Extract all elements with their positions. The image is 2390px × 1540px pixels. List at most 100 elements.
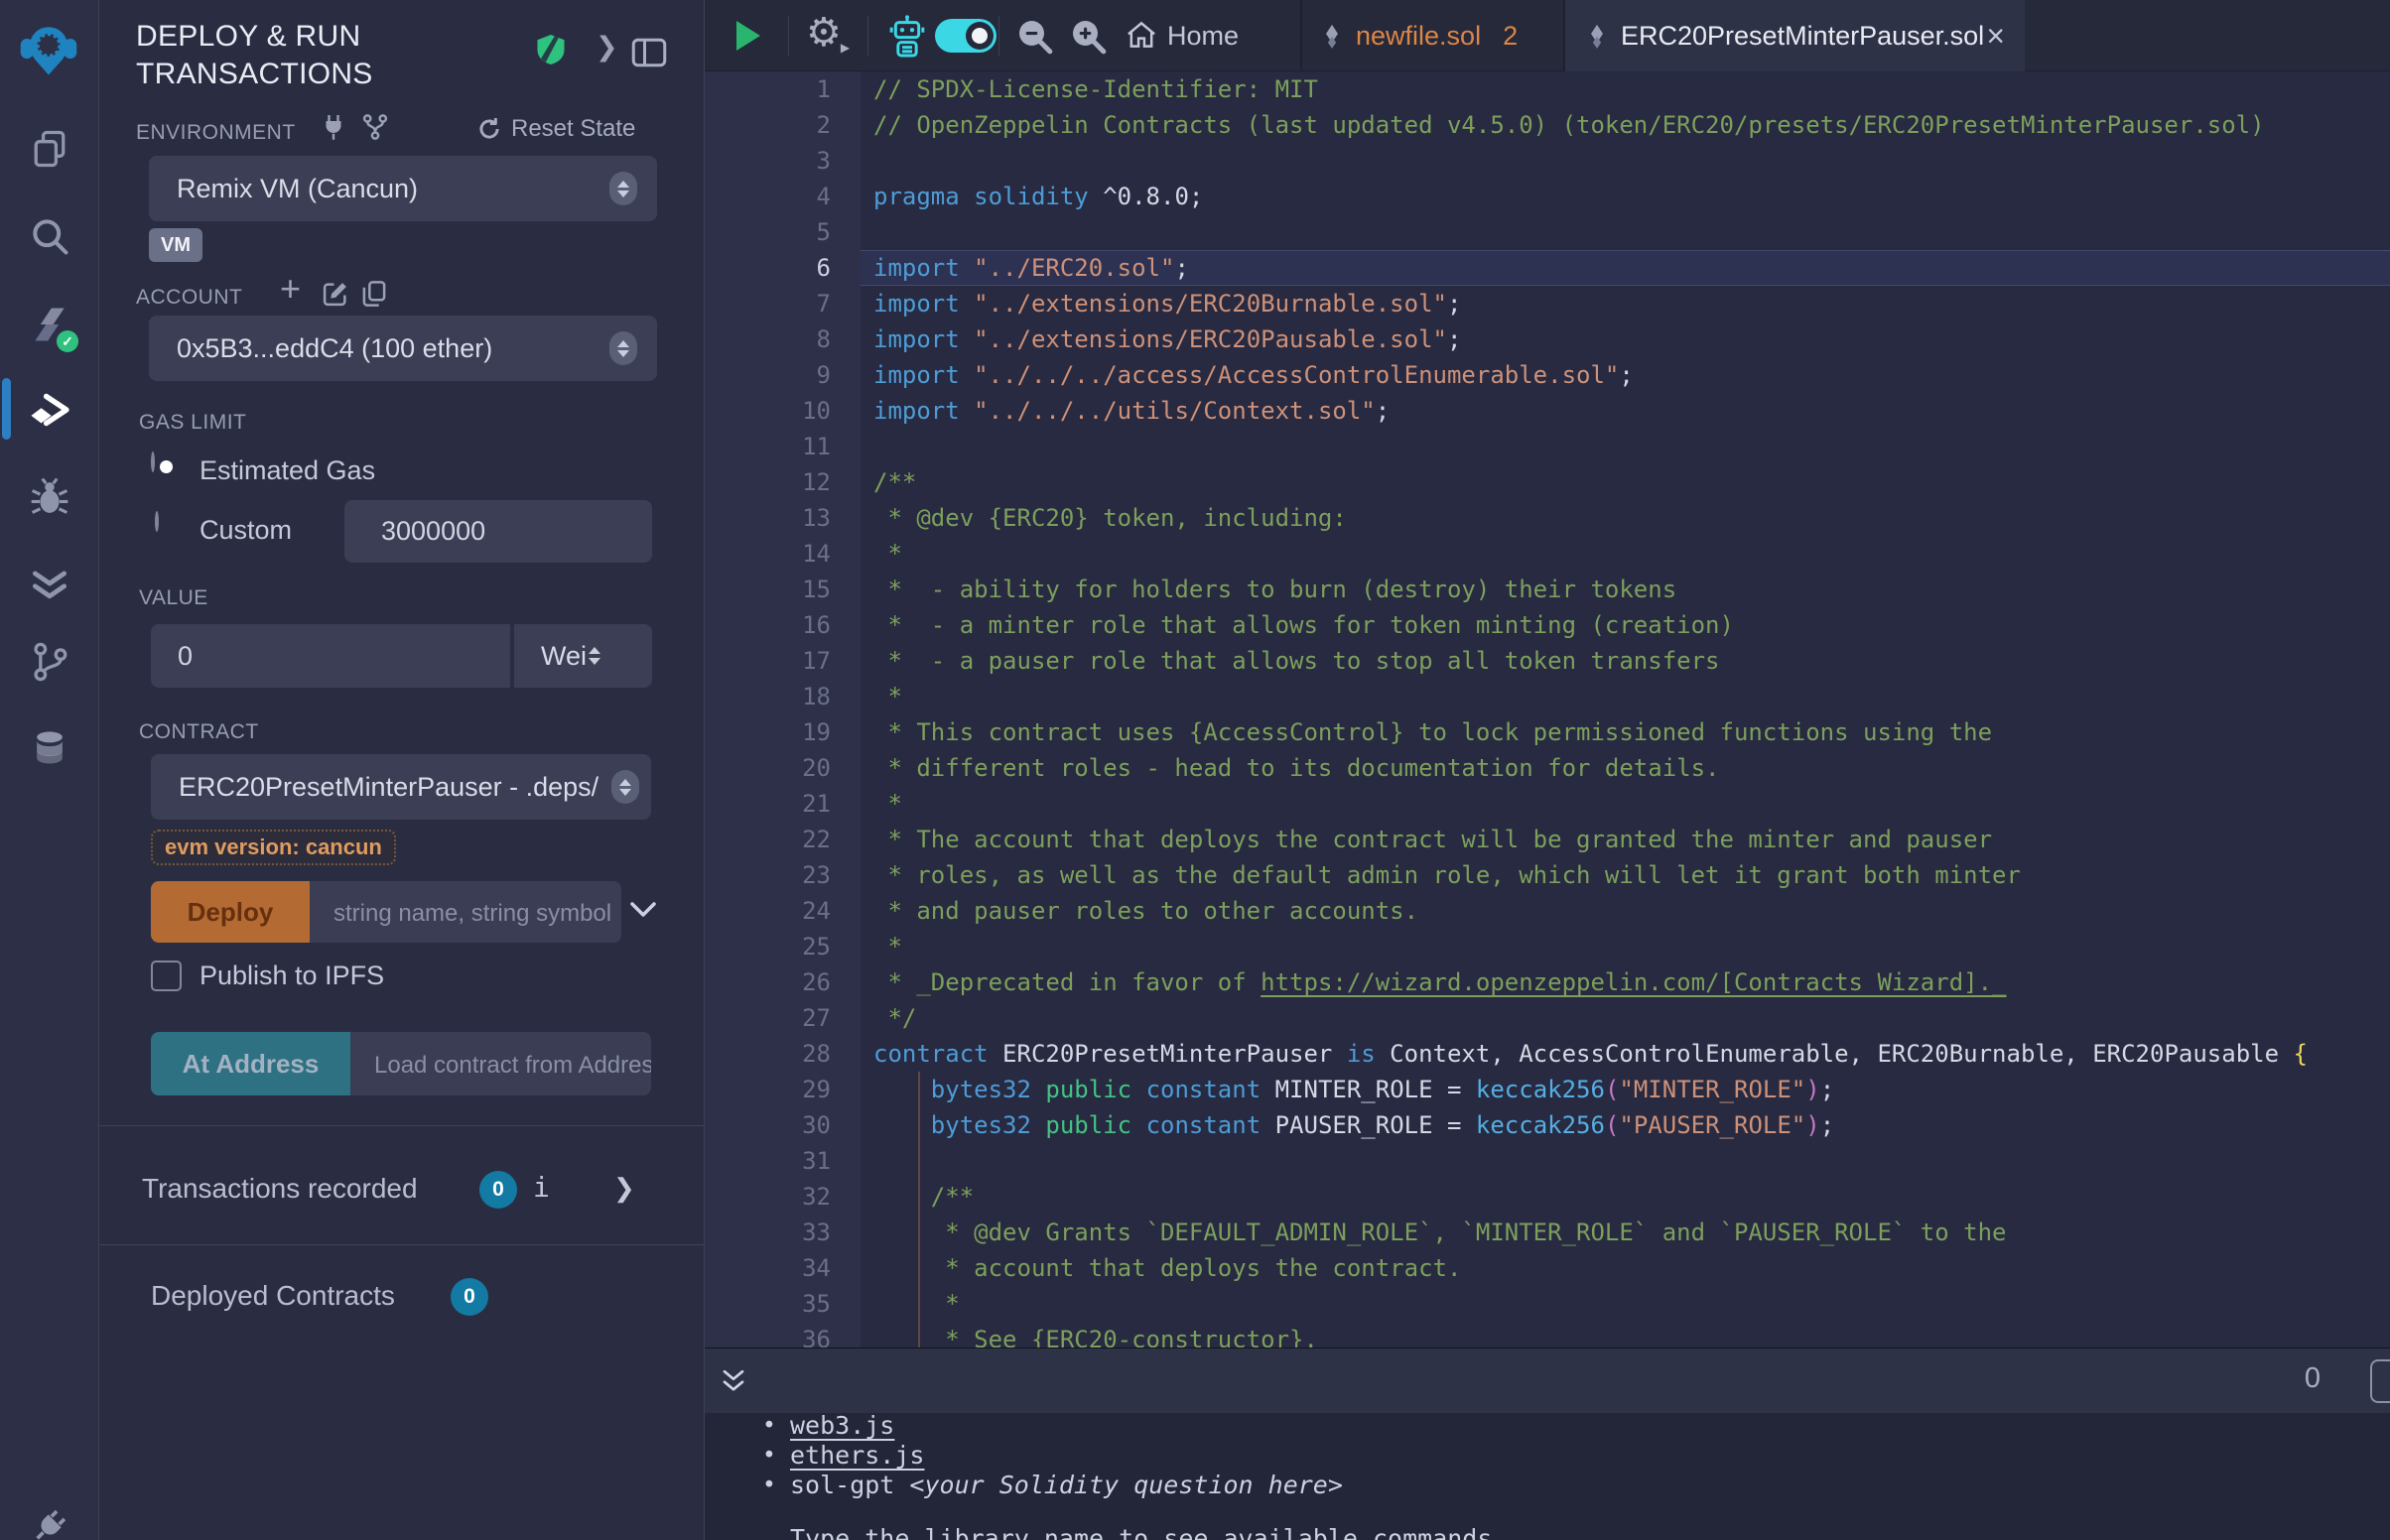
terminal-suggestion[interactable]: sol-gpt <your Solidity question here> xyxy=(762,1471,1343,1500)
line-number: 1 xyxy=(705,71,861,107)
code-line[interactable]: 14 * xyxy=(705,536,2390,572)
code-line[interactable]: 16 * - a minter role that allows for tok… xyxy=(705,607,2390,643)
code-line[interactable]: 23 * roles, as well as the default admin… xyxy=(705,857,2390,893)
code-line[interactable]: 2// OpenZeppelin Contracts (last updated… xyxy=(705,107,2390,143)
collapse-terminal-icon[interactable] xyxy=(719,1366,748,1401)
terminal-suggestion[interactable]: ethers.js xyxy=(762,1441,1343,1471)
line-number: 6 xyxy=(705,250,861,286)
section-divider xyxy=(99,1125,705,1126)
constructor-args-input[interactable] xyxy=(310,881,621,943)
code-line[interactable]: 31 xyxy=(705,1143,2390,1179)
at-address-button[interactable]: At Address xyxy=(151,1032,350,1095)
custom-gas-radio[interactable] xyxy=(155,511,159,532)
debugger-icon[interactable] xyxy=(28,474,71,518)
code-line[interactable]: 5 xyxy=(705,214,2390,250)
code-line[interactable]: 26 * _Deprecated in favor of https://wiz… xyxy=(705,964,2390,1000)
deploy-button[interactable]: Deploy xyxy=(151,881,310,943)
plugin-manager-icon[interactable] xyxy=(28,725,71,769)
git-icon[interactable] xyxy=(28,640,71,684)
code-line[interactable]: 3 xyxy=(705,143,2390,179)
add-account-icon[interactable]: + xyxy=(280,268,301,310)
settings-plug-icon[interactable] xyxy=(28,1504,71,1540)
code-line[interactable]: 29 bytes32 public constant MINTER_ROLE =… xyxy=(705,1072,2390,1107)
line-number: 10 xyxy=(705,393,861,429)
line-number: 7 xyxy=(705,286,861,321)
code-line[interactable]: 25 * xyxy=(705,929,2390,964)
code-line[interactable]: 4pragma solidity ^0.8.0; xyxy=(705,179,2390,214)
terminal-output[interactable]: web3.jsethers.jssol-gpt <your Solidity q… xyxy=(705,1413,2390,1540)
edit-account-icon[interactable] xyxy=(322,280,349,313)
ai-copilot-icon[interactable] xyxy=(887,13,927,64)
tab-home[interactable]: Home xyxy=(1167,20,1239,52)
code-line[interactable]: 10import "../../../utils/Context.sol"; xyxy=(705,393,2390,429)
code-line[interactable]: 33 * @dev Grants `DEFAULT_ADMIN_ROLE`, `… xyxy=(705,1215,2390,1250)
value-input[interactable] xyxy=(151,624,510,688)
code-line[interactable]: 12/** xyxy=(705,464,2390,500)
account-select[interactable]: 0x5B3...eddC4 (100 ether) xyxy=(149,316,657,381)
code-line[interactable]: 1// SPDX-License-Identifier: MIT xyxy=(705,71,2390,107)
close-tab-icon[interactable]: × xyxy=(1986,20,2005,52)
code-line[interactable]: 34 * account that deploys the contract. xyxy=(705,1250,2390,1286)
at-address-input[interactable] xyxy=(350,1032,651,1095)
code-line[interactable]: 27 */ xyxy=(705,1000,2390,1036)
expand-constructor-icon[interactable] xyxy=(629,901,657,924)
deploy-run-icon[interactable] xyxy=(28,388,71,432)
code-line[interactable]: 11 xyxy=(705,429,2390,464)
tab-newfile[interactable]: newfile.sol 2 xyxy=(1320,0,1563,71)
code-line[interactable]: 13 * @dev {ERC20} token, including: xyxy=(705,500,2390,536)
value-unit-select[interactable]: Wei xyxy=(512,624,652,688)
zoom-out-icon[interactable] xyxy=(1014,16,1054,61)
contract-select[interactable]: ERC20PresetMinterPauser - .deps/ xyxy=(151,754,651,820)
refresh-icon xyxy=(476,116,502,142)
evm-version-badge: evm version: cancun xyxy=(151,830,396,865)
tab-erc20presetminterpauser[interactable]: ERC20PresetMinterPauser.sol × xyxy=(1565,0,2025,71)
expand-panel-icon[interactable]: ❯ xyxy=(596,32,618,63)
copy-account-icon[interactable] xyxy=(361,280,387,313)
account-label: ACCOUNT xyxy=(136,286,242,310)
code-line[interactable]: 36 * See {ERC20-constructor}. xyxy=(705,1322,2390,1348)
solidity-compiler-icon[interactable]: ✓ xyxy=(28,303,71,346)
fork-state-icon[interactable] xyxy=(361,113,389,146)
file-explorer-icon[interactable] xyxy=(28,127,71,171)
code-line[interactable]: 20 * different roles - head to its docum… xyxy=(705,750,2390,786)
reset-state-button[interactable]: Reset State xyxy=(476,115,635,143)
code-line[interactable]: 9import "../../../access/AccessControlEn… xyxy=(705,357,2390,393)
pin-panel-icon[interactable] xyxy=(631,38,667,72)
search-icon[interactable] xyxy=(28,214,71,258)
code-line[interactable]: 7import "../extensions/ERC20Burnable.sol… xyxy=(705,286,2390,321)
zoom-in-icon[interactable] xyxy=(1068,16,1108,61)
code-line[interactable]: 35 * xyxy=(705,1286,2390,1322)
line-number: 22 xyxy=(705,822,861,857)
code-line[interactable]: 21 * xyxy=(705,786,2390,822)
transactions-expand-icon[interactable]: ❯ xyxy=(613,1173,635,1204)
unit-arrows-icon xyxy=(589,647,636,665)
publish-ipfs-checkbox[interactable] xyxy=(151,961,182,991)
unit-testing-icon[interactable] xyxy=(28,562,71,605)
code-line[interactable]: 6import "../ERC20.sol"; xyxy=(705,250,2390,286)
code-line[interactable]: 28contract ERC20PresetMinterPauser is Co… xyxy=(705,1036,2390,1072)
code-editor[interactable]: 1// SPDX-License-Identifier: MIT2// Open… xyxy=(705,71,2390,1348)
copilot-toggle[interactable] xyxy=(935,19,996,53)
terminal-suggestion[interactable]: web3.js xyxy=(762,1413,1343,1441)
code-line[interactable]: 22 * The account that deploys the contra… xyxy=(705,822,2390,857)
plug-icon[interactable] xyxy=(322,113,345,146)
code-line[interactable]: 32 /** xyxy=(705,1179,2390,1215)
run-script-icon[interactable] xyxy=(734,19,762,58)
code-line[interactable]: 19 * This contract uses {AccessControl} … xyxy=(705,714,2390,750)
terminal-search-input[interactable] xyxy=(2370,1359,2390,1403)
estimated-gas-radio[interactable] xyxy=(151,451,155,472)
deployed-count-badge: 0 xyxy=(451,1278,488,1316)
code-line[interactable]: 18 * xyxy=(705,679,2390,714)
code-line[interactable]: 15 * - ability for holders to burn (dest… xyxy=(705,572,2390,607)
code-line[interactable]: 30 bytes32 public constant PAUSER_ROLE =… xyxy=(705,1107,2390,1143)
line-number: 15 xyxy=(705,572,861,607)
info-icon[interactable]: i xyxy=(533,1171,550,1204)
custom-gas-input[interactable] xyxy=(344,500,652,563)
code-line[interactable]: 24 * and pauser roles to other accounts. xyxy=(705,893,2390,929)
script-config-icon[interactable]: ⚙▶ xyxy=(806,8,852,58)
environment-select[interactable]: Remix VM (Cancun) xyxy=(149,156,657,221)
code-line[interactable]: 17 * - a pauser role that allows to stop… xyxy=(705,643,2390,679)
remix-logo-icon[interactable] xyxy=(18,20,79,79)
home-icon[interactable] xyxy=(1126,20,1157,55)
code-line[interactable]: 8import "../extensions/ERC20Pausable.sol… xyxy=(705,321,2390,357)
